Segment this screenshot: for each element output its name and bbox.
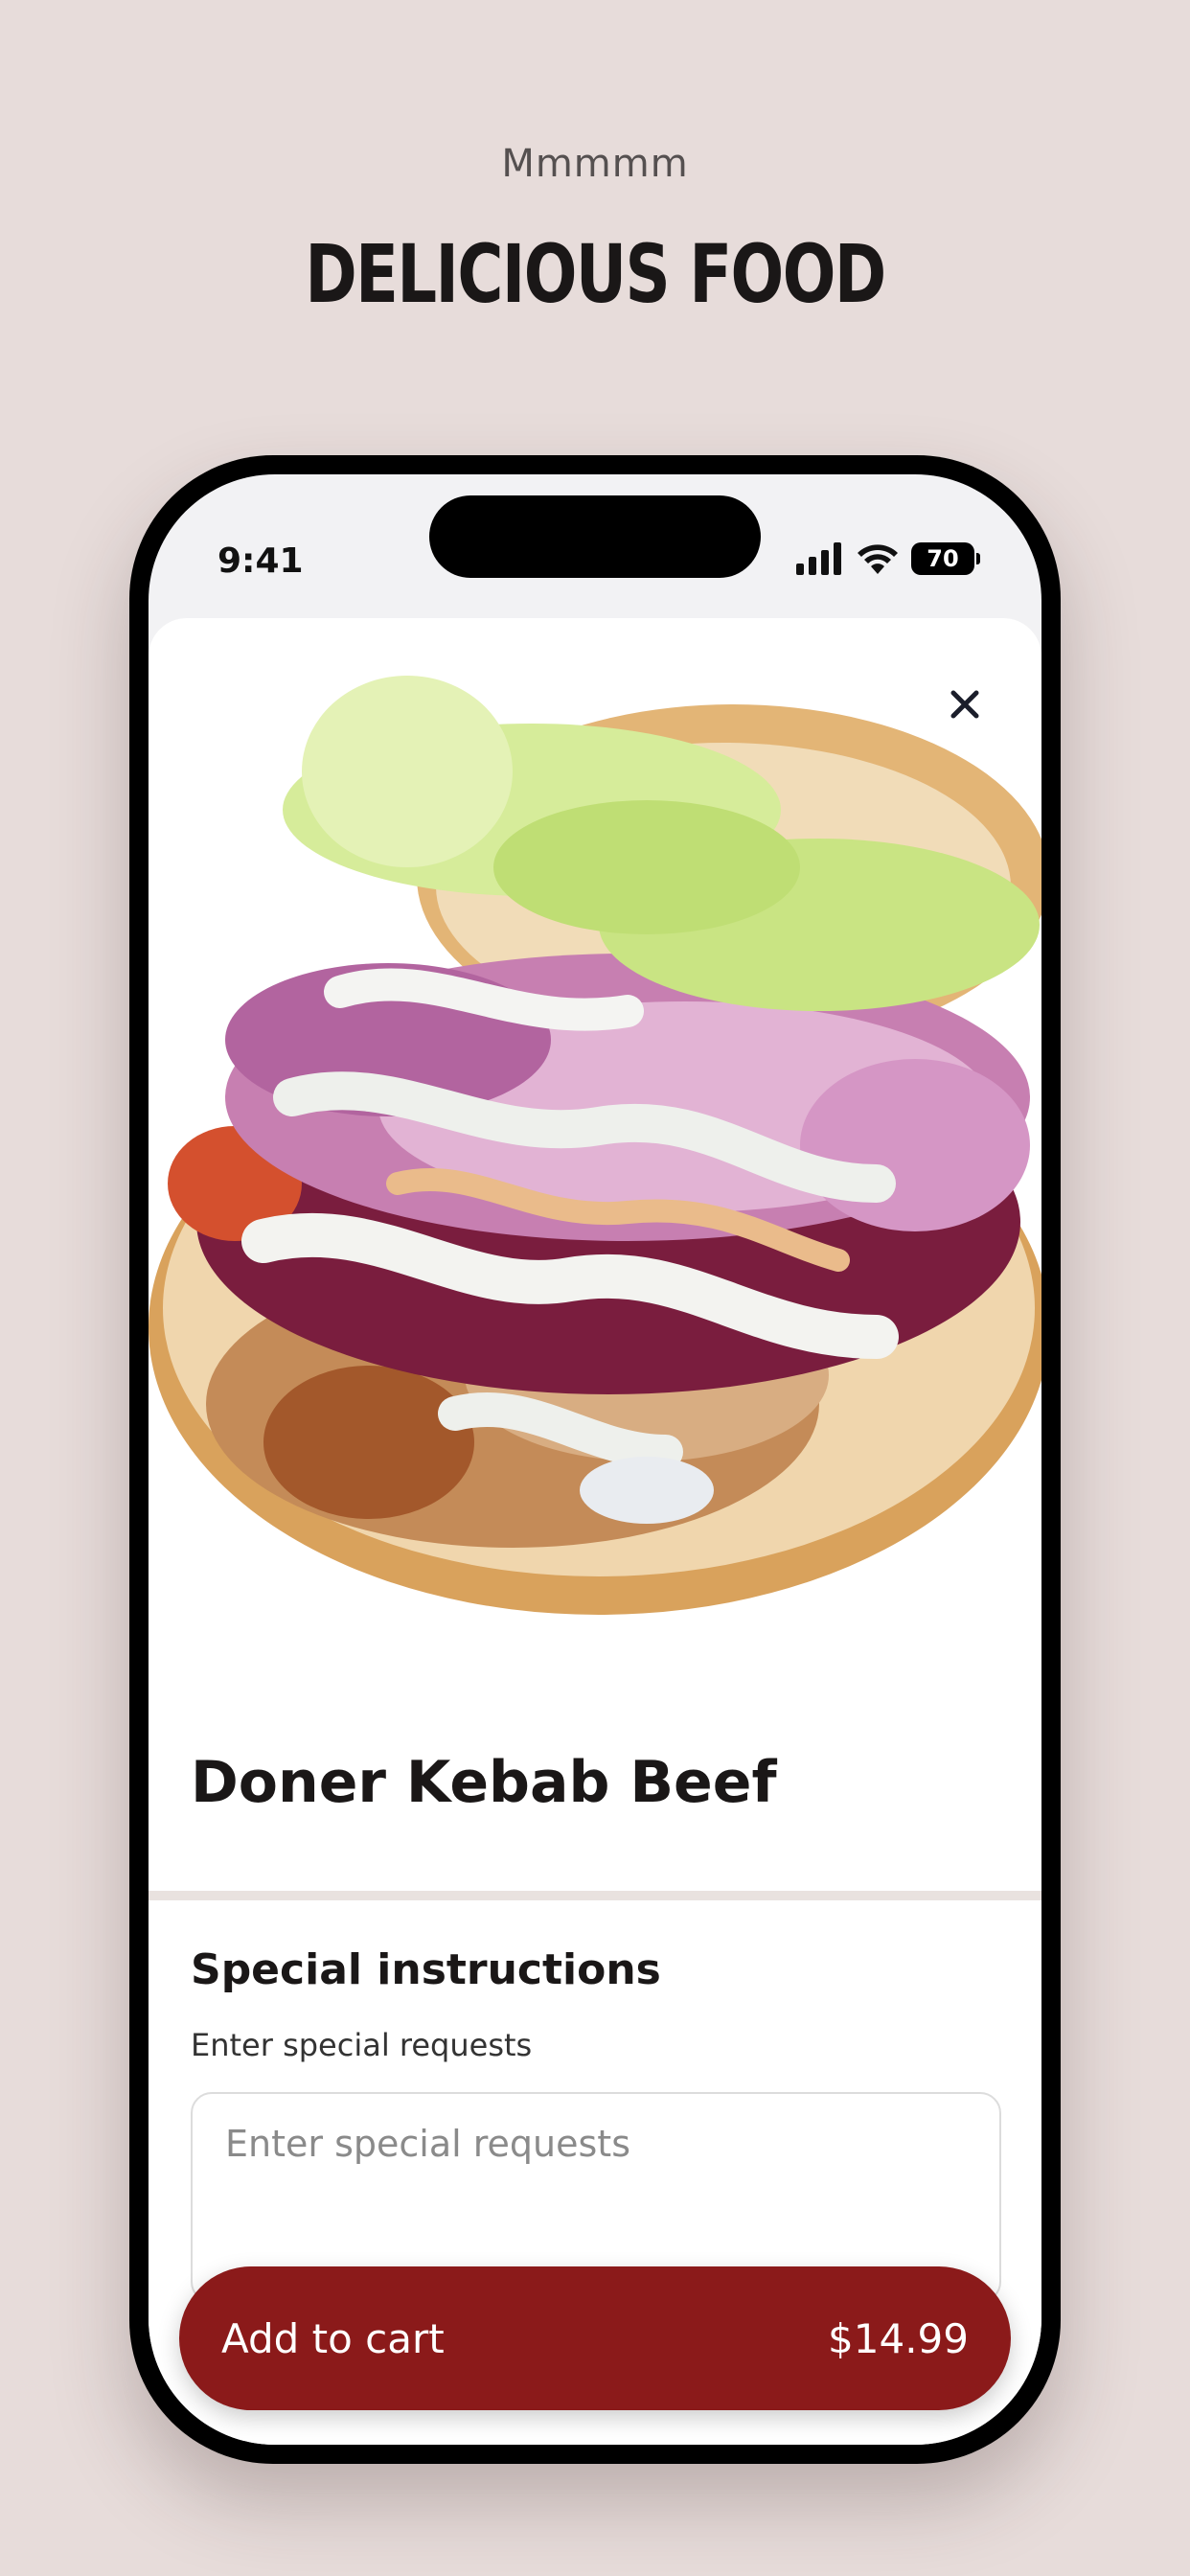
instructions-subtitle: Enter special requests [191,2027,533,2063]
add-to-cart-label: Add to cart [221,2314,445,2362]
section-divider [149,1891,1041,1900]
phone-frame: 9:41 70 Doner Kebab Beef Special instruc… [129,455,1061,2464]
status-icons: 70 [796,538,980,580]
add-to-cart-button[interactable]: Add to cart $14.99 [179,2266,1011,2410]
signal-icon [796,542,841,575]
status-time: 9:41 [217,541,304,581]
food-image [149,676,1041,1615]
wifi-icon [858,544,898,574]
battery-cap [976,553,980,564]
product-name: Doner Kebab Beef [191,1749,777,1816]
cart-price: $14.99 [828,2314,969,2362]
phone-screen: 9:41 70 Doner Kebab Beef Special instruc… [149,474,1041,2445]
battery-level: 70 [911,542,974,575]
promo-headline: DELICIOUS FOOD [305,227,886,321]
battery-icon: 70 [911,542,980,575]
promo-eyebrow: Mmmmm [501,142,689,186]
instructions-title: Special instructions [191,1945,661,1994]
close-button[interactable] [938,678,992,731]
dynamic-island [429,495,761,578]
product-sheet: Doner Kebab Beef Special instructions En… [149,618,1041,2445]
close-icon [950,690,979,719]
